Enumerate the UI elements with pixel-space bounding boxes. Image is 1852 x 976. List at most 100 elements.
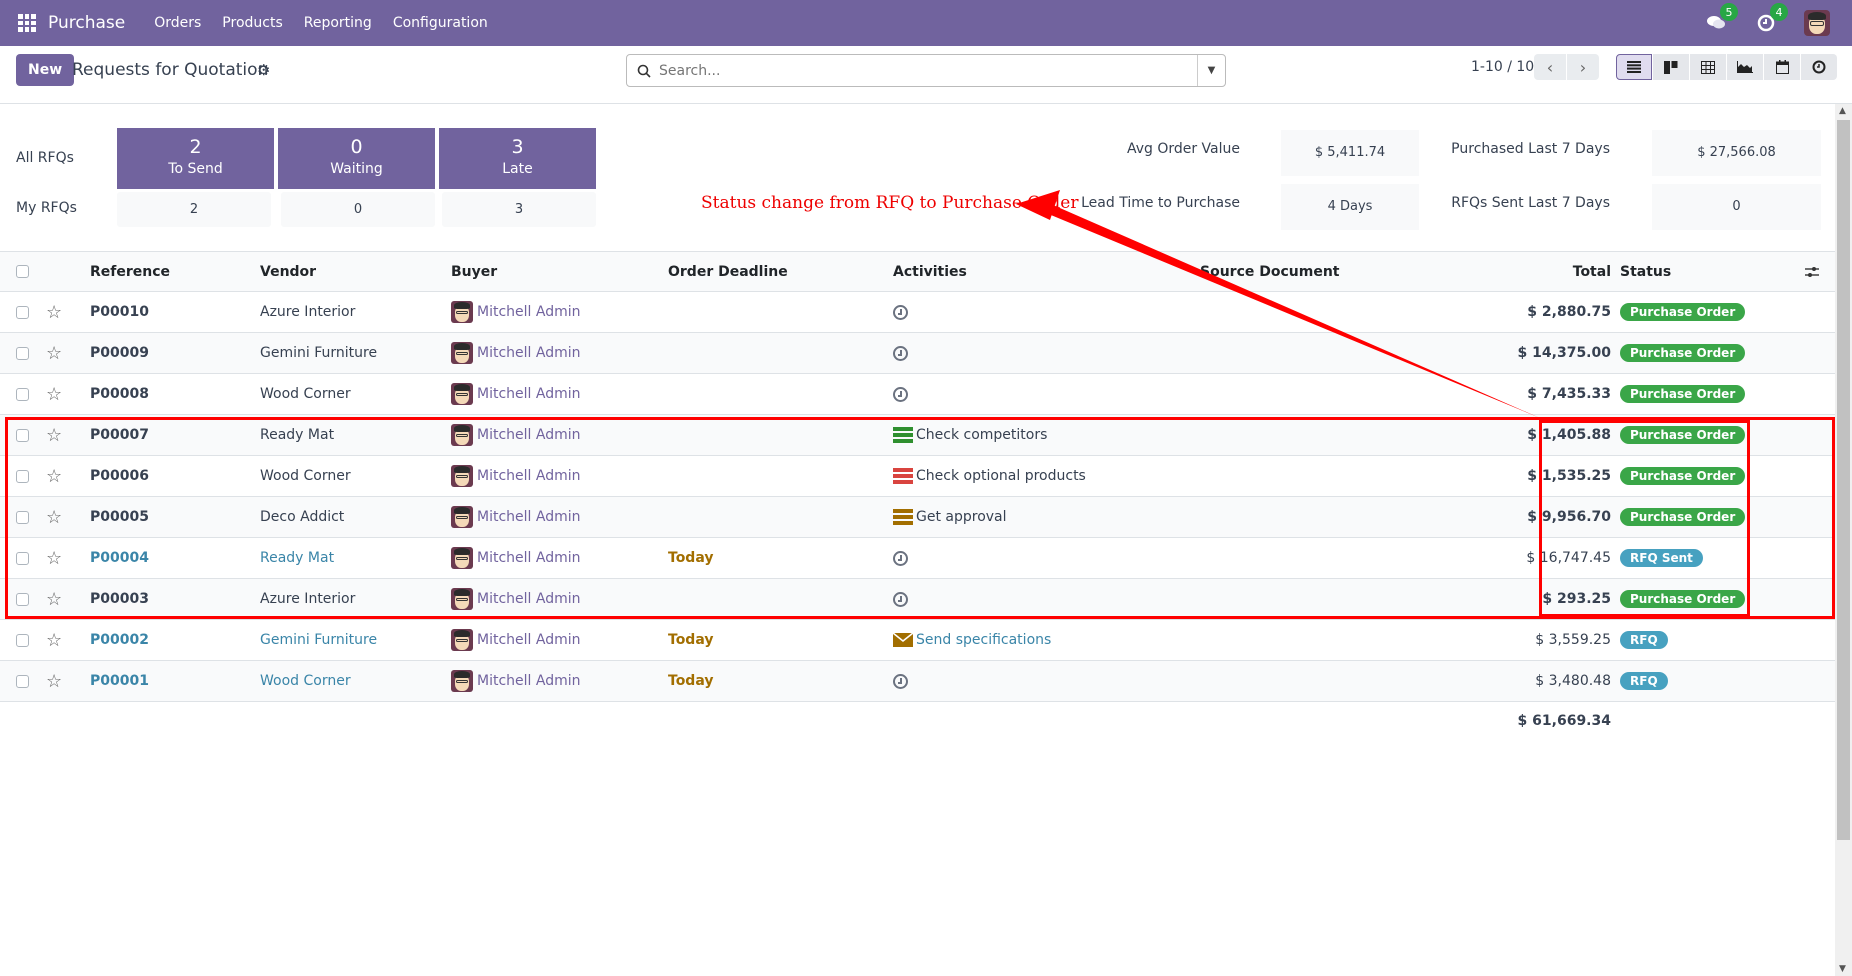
row-checkbox[interactable]: [16, 497, 29, 537]
col-total[interactable]: Total: [1573, 252, 1611, 291]
vendor[interactable]: Azure Interior: [260, 579, 355, 619]
activity-summary[interactable]: Check competitors: [916, 427, 1047, 443]
vendor[interactable]: Wood Corner: [260, 661, 351, 701]
pager-next-button[interactable]: ›: [1567, 54, 1599, 80]
buyer[interactable]: Mitchell Admin: [451, 456, 581, 496]
activity-clock-icon[interactable]: [893, 345, 908, 361]
activities[interactable]: [893, 292, 908, 332]
scrollbar-thumb[interactable]: [1837, 120, 1850, 840]
activity-summary[interactable]: Get approval: [916, 509, 1007, 525]
view-list-button[interactable]: [1616, 54, 1652, 80]
row-checkbox[interactable]: [16, 538, 29, 578]
search-input[interactable]: [659, 62, 1159, 79]
row-checkbox[interactable]: [16, 374, 29, 414]
menu-orders[interactable]: Orders: [154, 15, 201, 31]
search-options-toggle[interactable]: ▼: [1197, 55, 1225, 86]
reference[interactable]: P00006: [90, 456, 149, 496]
row-checkbox[interactable]: [16, 579, 29, 619]
activities[interactable]: [893, 333, 908, 373]
table-row[interactable]: ☆ P00008 Wood Corner Mitchell Admin $ 7,435.…: [0, 374, 1835, 415]
table-row[interactable]: ☆ P00009 Gemini Furniture Mitchell Admin $ 1…: [0, 333, 1835, 374]
buyer[interactable]: Mitchell Admin: [451, 497, 581, 537]
vendor[interactable]: Ready Mat: [260, 415, 334, 455]
vertical-scrollbar[interactable]: ▲ ▼: [1835, 104, 1852, 976]
buyer[interactable]: Mitchell Admin: [451, 292, 581, 332]
reference[interactable]: P00005: [90, 497, 149, 537]
buyer[interactable]: Mitchell Admin: [451, 333, 581, 373]
activities[interactable]: Check optional products: [893, 456, 1086, 496]
view-pivot-button[interactable]: [1690, 54, 1726, 80]
activities[interactable]: [893, 661, 908, 701]
col-buyer[interactable]: Buyer: [451, 252, 497, 291]
view-graph-button[interactable]: [1727, 54, 1763, 80]
messages-button[interactable]: 5: [1704, 3, 1738, 35]
reference[interactable]: P00009: [90, 333, 149, 373]
menu-reporting[interactable]: Reporting: [304, 15, 372, 31]
star-icon[interactable]: ☆: [46, 579, 62, 619]
new-button[interactable]: New: [16, 54, 75, 86]
buyer[interactable]: Mitchell Admin: [451, 374, 581, 414]
activity-clock-icon[interactable]: [893, 550, 908, 566]
activity-summary[interactable]: Check optional products: [916, 468, 1086, 484]
reference[interactable]: P00002: [90, 620, 149, 660]
activities[interactable]: [893, 374, 908, 414]
star-icon[interactable]: ☆: [46, 620, 62, 660]
my-to-send[interactable]: 2: [117, 192, 271, 227]
app-brand[interactable]: Purchase: [48, 13, 125, 33]
scroll-down-icon[interactable]: ▼: [1839, 964, 1846, 974]
gear-icon[interactable]: ⚙: [257, 61, 270, 79]
col-reference[interactable]: Reference: [90, 252, 170, 291]
activity-clock-icon[interactable]: [893, 673, 908, 689]
reference[interactable]: P00003: [90, 579, 149, 619]
my-late[interactable]: 3: [442, 192, 596, 227]
activities[interactable]: [893, 538, 908, 578]
activities[interactable]: Get approval: [893, 497, 1007, 537]
activity-clock-icon[interactable]: [893, 591, 908, 607]
row-checkbox[interactable]: [16, 661, 29, 701]
buyer[interactable]: Mitchell Admin: [451, 538, 581, 578]
row-checkbox[interactable]: [16, 333, 29, 373]
buyer[interactable]: Mitchell Admin: [451, 579, 581, 619]
buyer[interactable]: Mitchell Admin: [451, 661, 581, 701]
star-icon[interactable]: ☆: [46, 415, 62, 455]
activities[interactable]: [893, 579, 908, 619]
view-kanban-button[interactable]: [1653, 54, 1689, 80]
col-order-deadline[interactable]: Order Deadline: [668, 252, 788, 291]
star-icon[interactable]: ☆: [46, 456, 62, 496]
table-row[interactable]: ☆ P00001 Wood Corner Mitchell Admin Today $ 3…: [0, 661, 1835, 702]
vendor[interactable]: Gemini Furniture: [260, 620, 377, 660]
pager-value[interactable]: 1-10 / 10: [1471, 59, 1534, 75]
tile-to-send[interactable]: 2 To Send: [117, 128, 274, 189]
tile-waiting[interactable]: 0 Waiting: [278, 128, 435, 189]
table-row[interactable]: ☆ P00002 Gemini Furniture Mitchell Admin Tod…: [0, 620, 1835, 661]
star-icon[interactable]: ☆: [46, 661, 62, 701]
table-row[interactable]: ☆ P00003 Azure Interior Mitchell Admin $ 293…: [0, 579, 1835, 620]
buyer[interactable]: Mitchell Admin: [451, 620, 581, 660]
reference[interactable]: P00007: [90, 415, 149, 455]
star-icon[interactable]: ☆: [46, 538, 62, 578]
table-row[interactable]: ☆ P00007 Ready Mat Mitchell Admin Check comp…: [0, 415, 1835, 456]
reference[interactable]: P00008: [90, 374, 149, 414]
reference[interactable]: P00004: [90, 538, 149, 578]
table-row[interactable]: ☆ P00005 Deco Addict Mitchell Admin Get appr…: [0, 497, 1835, 538]
user-avatar[interactable]: [1804, 10, 1830, 36]
row-checkbox[interactable]: [16, 620, 29, 660]
col-status[interactable]: Status: [1620, 252, 1671, 291]
activity-summary[interactable]: Send specifications: [916, 632, 1051, 648]
vendor[interactable]: Azure Interior: [260, 292, 355, 332]
star-icon[interactable]: ☆: [46, 497, 62, 537]
star-icon[interactable]: ☆: [46, 292, 62, 332]
table-row[interactable]: ☆ P00010 Azure Interior Mitchell Admin $ 2,8…: [0, 292, 1835, 333]
select-all-checkbox[interactable]: [16, 252, 29, 291]
col-vendor[interactable]: Vendor: [260, 252, 316, 291]
vendor[interactable]: Ready Mat: [260, 538, 334, 578]
app-menu-icon[interactable]: [18, 14, 36, 32]
activity-clock-icon[interactable]: [893, 304, 908, 320]
buyer[interactable]: Mitchell Admin: [451, 415, 581, 455]
optional-columns-icon[interactable]: [1805, 264, 1819, 282]
star-icon[interactable]: ☆: [46, 333, 62, 373]
view-activity-button[interactable]: [1801, 54, 1837, 80]
my-waiting[interactable]: 0: [281, 192, 435, 227]
pager-previous-button[interactable]: ‹: [1534, 54, 1566, 80]
vendor[interactable]: Wood Corner: [260, 456, 351, 496]
